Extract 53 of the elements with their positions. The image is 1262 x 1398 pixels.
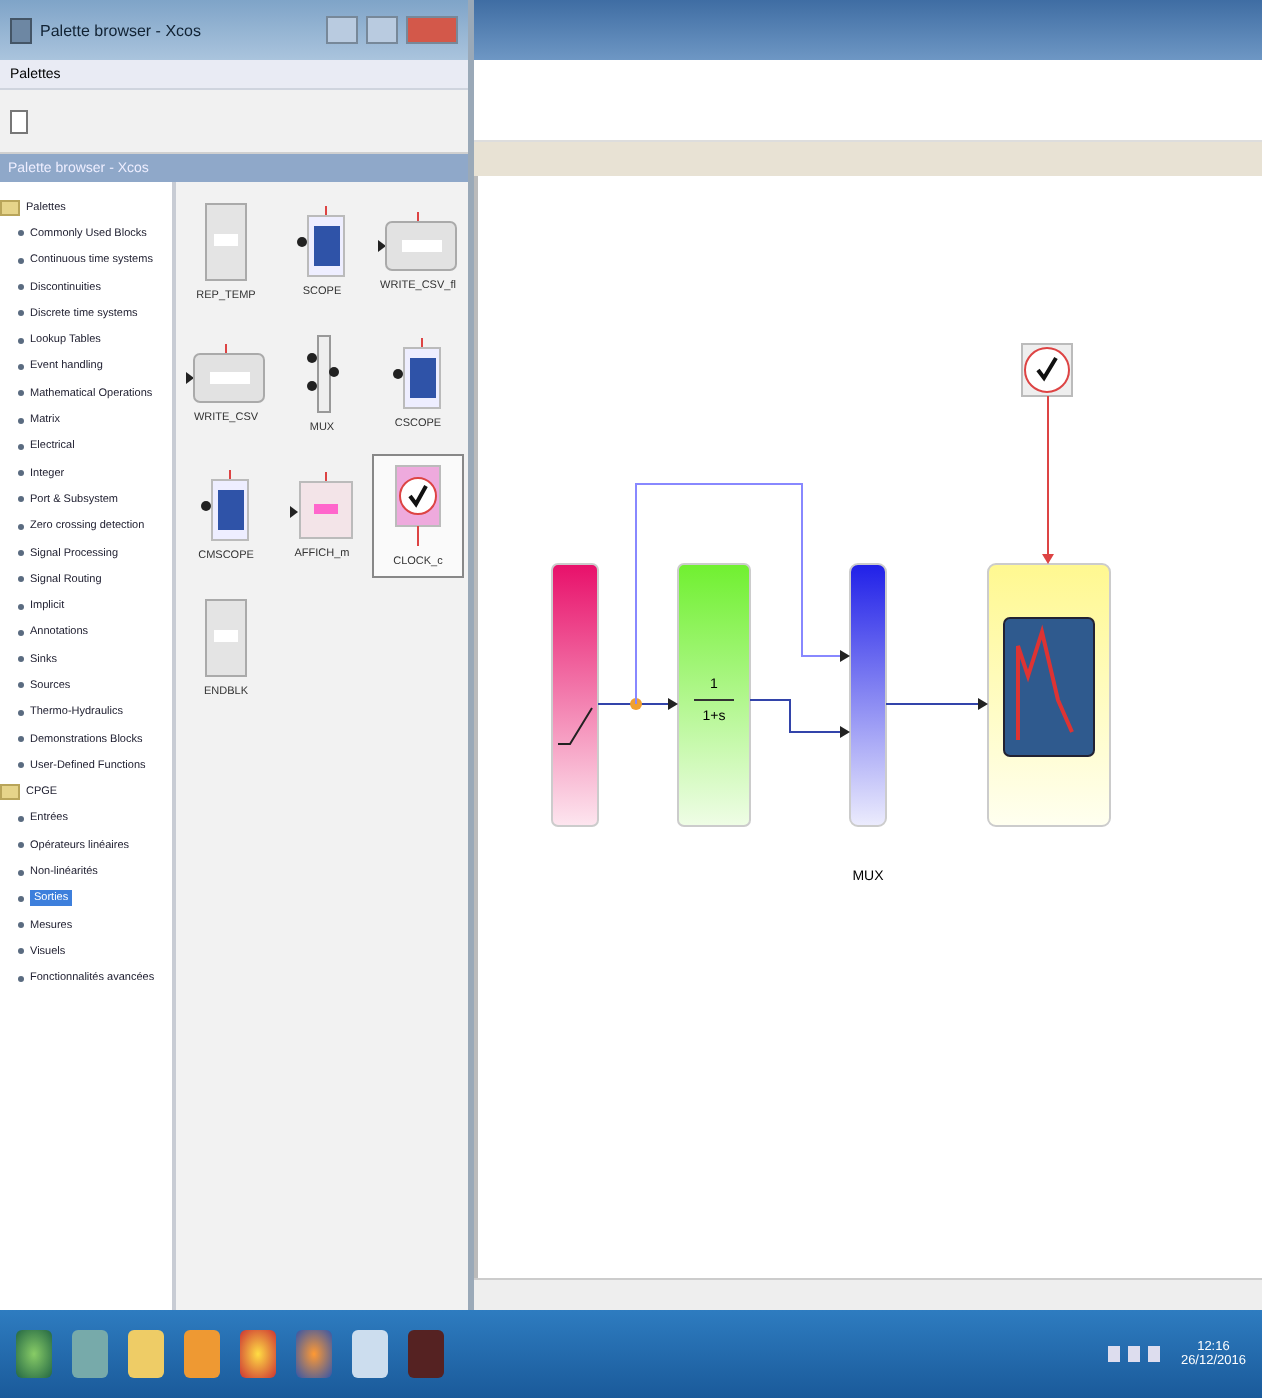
bullet-icon: [18, 363, 24, 370]
block-icon: [378, 212, 458, 272]
bullet-icon: [18, 815, 24, 822]
bullet-icon: [18, 443, 24, 450]
bullet-icon: [18, 230, 24, 237]
start-button[interactable]: [16, 1330, 52, 1378]
bullet-icon: [18, 284, 24, 291]
clock-block: [1021, 343, 1073, 397]
bullet-icon: [18, 417, 24, 424]
bullet-icon: [18, 895, 24, 902]
bullet-icon: [18, 869, 24, 876]
bullet-icon: [18, 550, 24, 556]
bullet-icon: [18, 948, 24, 955]
taskbar-icon[interactable]: [240, 1330, 276, 1378]
folder-icon[interactable]: [128, 1330, 164, 1378]
taskbar-icon[interactable]: [352, 1330, 388, 1378]
display-icon: [290, 472, 354, 540]
taskbar-icon[interactable]: [184, 1330, 220, 1378]
app-icon: [10, 17, 32, 43]
block-icon: [204, 202, 248, 282]
bullet-icon: [18, 656, 24, 663]
folder-icon[interactable]: [0, 199, 20, 216]
bullet-icon: [18, 496, 24, 503]
bullet-icon: [18, 629, 24, 636]
scope-icon: [200, 470, 252, 542]
bullet-icon: [18, 337, 24, 344]
bullet-icon: [18, 603, 24, 610]
bullet-icon: [18, 842, 24, 849]
clock-icon: [394, 464, 442, 548]
bullet-icon: [18, 390, 24, 397]
bullet-icon: [18, 576, 24, 583]
bullet-icon: [18, 975, 24, 982]
bullet-icon: [18, 762, 24, 769]
block-icon: [186, 344, 266, 404]
mux-icon: [304, 334, 340, 414]
bullet-icon: [18, 682, 24, 689]
minimize-button[interactable]: [326, 16, 358, 44]
document-icon[interactable]: [10, 109, 28, 133]
bullet-icon: [18, 922, 24, 929]
block-icon: [204, 598, 248, 678]
bullet-icon: [18, 310, 24, 317]
bullet-icon: [18, 523, 24, 530]
maximize-button[interactable]: [366, 16, 398, 44]
window-title: Palette browser - Xcos: [40, 21, 201, 39]
folder-icon[interactable]: [0, 784, 20, 801]
bullet-icon: [18, 736, 24, 743]
scope-icon: [392, 338, 444, 410]
scope-icon: [296, 206, 348, 278]
bullet-icon: [18, 709, 24, 716]
bullet-icon: [18, 257, 24, 264]
taskbar-icon[interactable]: [296, 1330, 332, 1378]
signal-link: [885, 698, 988, 710]
bullet-icon: [18, 470, 24, 477]
